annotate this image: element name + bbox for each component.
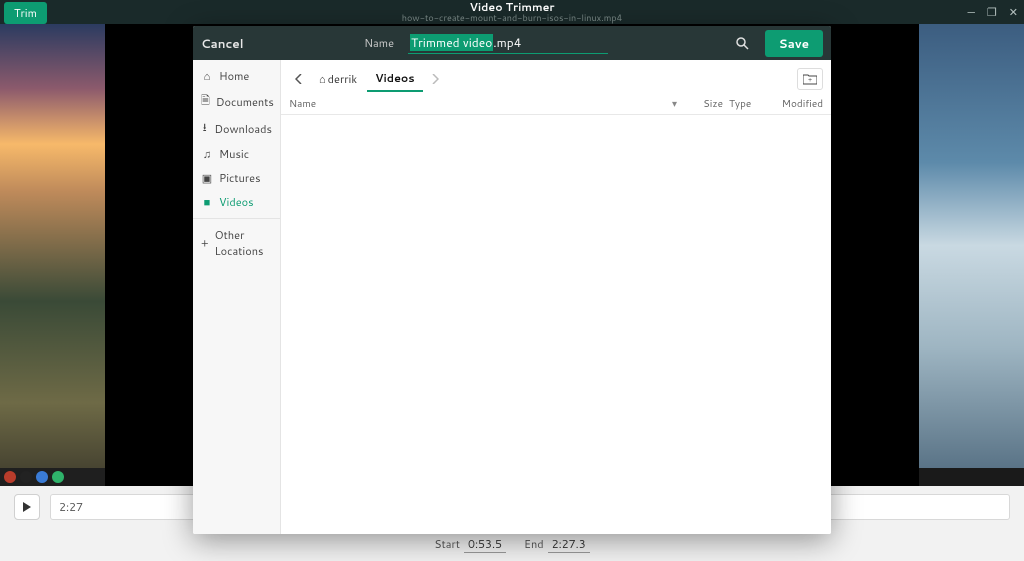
plus-icon: + [201,235,209,251]
filename-extension: .mp4 [493,34,521,51]
close-button[interactable]: ✕ [1009,4,1018,20]
sidebar-item-label: Documents [216,94,274,110]
screen-icon: ▭ [942,469,951,482]
open-file-name: how-to-create-mount-and-burn-isos-in-lin… [402,13,623,22]
new-folder-button[interactable]: + [797,68,823,90]
clock-date: 12/17/17 [982,477,1018,484]
taskbar-icon [20,471,32,483]
save-button[interactable]: Save [765,30,823,57]
sidebar-other-locations[interactable]: + Other Locations [193,223,280,263]
desktop-taskbar-left [0,468,105,486]
sidebar-item-label: Home [219,68,249,84]
sidebar-item-music[interactable]: ♫ Music [193,142,280,166]
start-value[interactable]: 0:53.5 [464,536,506,553]
minimize-button[interactable]: — [967,4,974,20]
dialog-header: Cancel Name Trimmed video.mp4 Save [193,26,831,60]
start-label: Start [434,536,460,552]
download-icon: ⭳ [201,119,208,138]
file-browser: ⌂derrik Videos + Name ▾ Size Type Modifi… [281,60,831,534]
maximize-button[interactable]: ❐ [987,4,997,20]
current-time: 2:27 [59,499,83,515]
svg-text:+: + [808,75,812,84]
chevron-left-icon [295,74,303,84]
sidebar-item-documents[interactable]: 🗎 Documents [193,88,280,115]
picture-icon: ▣ [201,170,213,186]
column-modified[interactable]: Modified [771,97,823,111]
taskbar-icon [4,471,16,483]
file-list[interactable] [281,115,831,534]
column-name[interactable]: Name [289,97,662,111]
filename-selected: Trimmed video [410,34,493,51]
cancel-button[interactable]: Cancel [201,35,244,52]
sidebar-item-home[interactable]: ⌂ Home [193,64,280,88]
nav-back-button[interactable] [289,69,309,89]
taskbar-icon [36,471,48,483]
filename-input[interactable]: Trimmed video.mp4 [408,32,608,54]
desktop-clock: 9:19 PM 12/17/17 [982,468,1018,484]
sidebar-item-label: Videos [219,194,254,210]
nav-forward-button[interactable] [425,69,445,89]
end-label: End [524,536,544,552]
taskbar-icon [52,471,64,483]
save-dialog: Cancel Name Trimmed video.mp4 Save ⌂ Hom… [193,26,831,534]
sidebar-item-downloads[interactable]: ⭳ Downloads [193,115,280,142]
home-icon: ⌂ [201,68,213,84]
music-icon: ♫ [201,146,213,162]
trim-button[interactable]: Trim [4,2,47,24]
places-sidebar: ⌂ Home 🗎 Documents ⭳ Downloads ♫ Music ▣… [193,60,281,534]
play-button[interactable] [14,494,40,520]
breadcrumb-current[interactable]: Videos [367,66,422,92]
video-still-left [0,24,105,486]
chevron-up-icon: ▴ [969,469,974,482]
sidebar-item-pictures[interactable]: ▣ Pictures [193,166,280,190]
column-headers[interactable]: Name ▾ Size Type Modified [281,94,831,115]
end-value[interactable]: 2:27.3 [548,536,590,553]
video-icon: ■ [201,194,213,210]
clock-time: 9:19 PM [982,468,1018,477]
desktop-tray-icons: ▭ 🔊 ▴ [942,469,974,482]
column-size[interactable]: Size [687,97,723,111]
sidebar-item-label: Music [219,146,249,162]
folder-plus-icon: + [803,74,817,85]
search-button[interactable] [729,36,755,50]
document-icon: 🗎 [201,92,210,111]
sidebar-item-videos[interactable]: ■ Videos [193,190,280,214]
sort-indicator-icon[interactable]: ▾ [668,97,681,111]
sidebar-item-label: Pictures [219,170,261,186]
breadcrumb-label: derrik [328,71,357,87]
chevron-right-icon [431,74,439,84]
home-icon: ⌂ [319,71,326,87]
volume-icon: 🔊 [954,469,965,482]
breadcrumb-bar: ⌂derrik Videos + [281,60,831,94]
filename-label: Name [364,35,394,51]
sidebar-item-label: Downloads [214,121,272,137]
window-titlebar: Trim Video Trimmer how-to-create-mount-a… [0,0,1024,24]
search-icon [735,36,749,50]
column-type[interactable]: Type [729,97,765,111]
video-still-right: ▭ 🔊 ▴ 9:19 PM 12/17/17 [919,24,1024,486]
sidebar-item-label: Other Locations [215,227,272,259]
breadcrumb-home[interactable]: ⌂derrik [311,67,365,91]
play-icon [22,502,32,512]
